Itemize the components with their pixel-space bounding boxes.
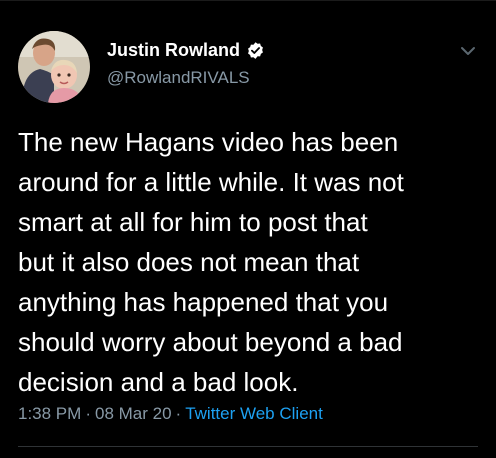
- display-name-row: Justin Rowland: [107, 39, 265, 61]
- tweet-meta: 1:38 PM · 08 Mar 20 · Twitter Web Client: [18, 404, 323, 424]
- verified-badge-icon: [246, 41, 265, 60]
- tweet-header: Justin Rowland @RowlandRIVALS: [18, 31, 478, 103]
- top-divider: [0, 0, 496, 1]
- tweet-text: The new Hagans video has been around for…: [18, 127, 404, 397]
- display-name[interactable]: Justin Rowland: [107, 40, 240, 61]
- handle[interactable]: @RowlandRIVALS: [107, 68, 265, 88]
- tweet-client-link[interactable]: Twitter Web Client: [185, 404, 323, 423]
- tweet-time[interactable]: 1:38 PM: [18, 404, 81, 423]
- author-names: Justin Rowland @RowlandRIVALS: [107, 39, 265, 88]
- meta-separator: ·: [85, 404, 91, 423]
- avatar-image: [18, 31, 90, 103]
- bottom-divider: [18, 446, 478, 447]
- meta-separator: ·: [175, 404, 182, 423]
- avatar[interactable]: [18, 31, 90, 103]
- tweet-date[interactable]: 08 Mar 20: [95, 404, 172, 423]
- chevron-down-icon[interactable]: [458, 41, 478, 61]
